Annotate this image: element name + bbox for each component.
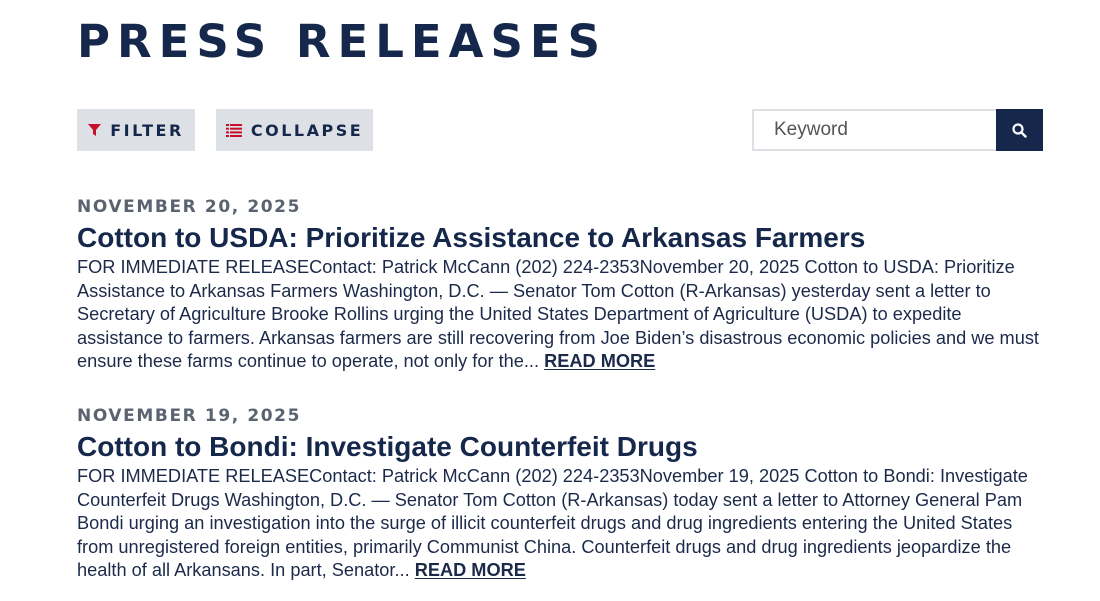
release-excerpt: FOR IMMEDIATE RELEASEContact: Patrick Mc… xyxy=(77,465,1043,583)
list-icon xyxy=(225,123,242,137)
keyword-search-input[interactable] xyxy=(752,109,997,151)
press-release-item: NOVEMBER 19, 2025 Cotton to Bondi: Inves… xyxy=(77,405,1043,583)
search-icon xyxy=(1012,122,1027,138)
release-title-link[interactable]: Cotton to Bondi: Investigate Counterfeit… xyxy=(77,429,1043,465)
page-title: PRESS RELEASES xyxy=(77,15,608,68)
filter-icon xyxy=(88,123,102,137)
search-button[interactable] xyxy=(996,109,1043,151)
read-more-link[interactable]: READ MORE xyxy=(544,351,655,371)
press-release-item: NOVEMBER 20, 2025 Cotton to USDA: Priori… xyxy=(77,196,1043,374)
collapse-button[interactable]: COLLAPSE xyxy=(216,109,373,151)
release-excerpt: FOR IMMEDIATE RELEASEContact: Patrick Mc… xyxy=(77,256,1043,374)
release-excerpt-text: FOR IMMEDIATE RELEASEContact: Patrick Mc… xyxy=(77,466,1028,580)
filter-button[interactable]: FILTER xyxy=(77,109,195,151)
filter-button-label: FILTER xyxy=(110,120,184,140)
release-title-link[interactable]: Cotton to USDA: Prioritize Assistance to… xyxy=(77,220,1043,256)
read-more-link[interactable]: READ MORE xyxy=(415,560,526,580)
collapse-button-label: COLLAPSE xyxy=(250,120,364,140)
release-date: NOVEMBER 19, 2025 xyxy=(77,406,302,426)
release-date: NOVEMBER 20, 2025 xyxy=(77,197,302,217)
